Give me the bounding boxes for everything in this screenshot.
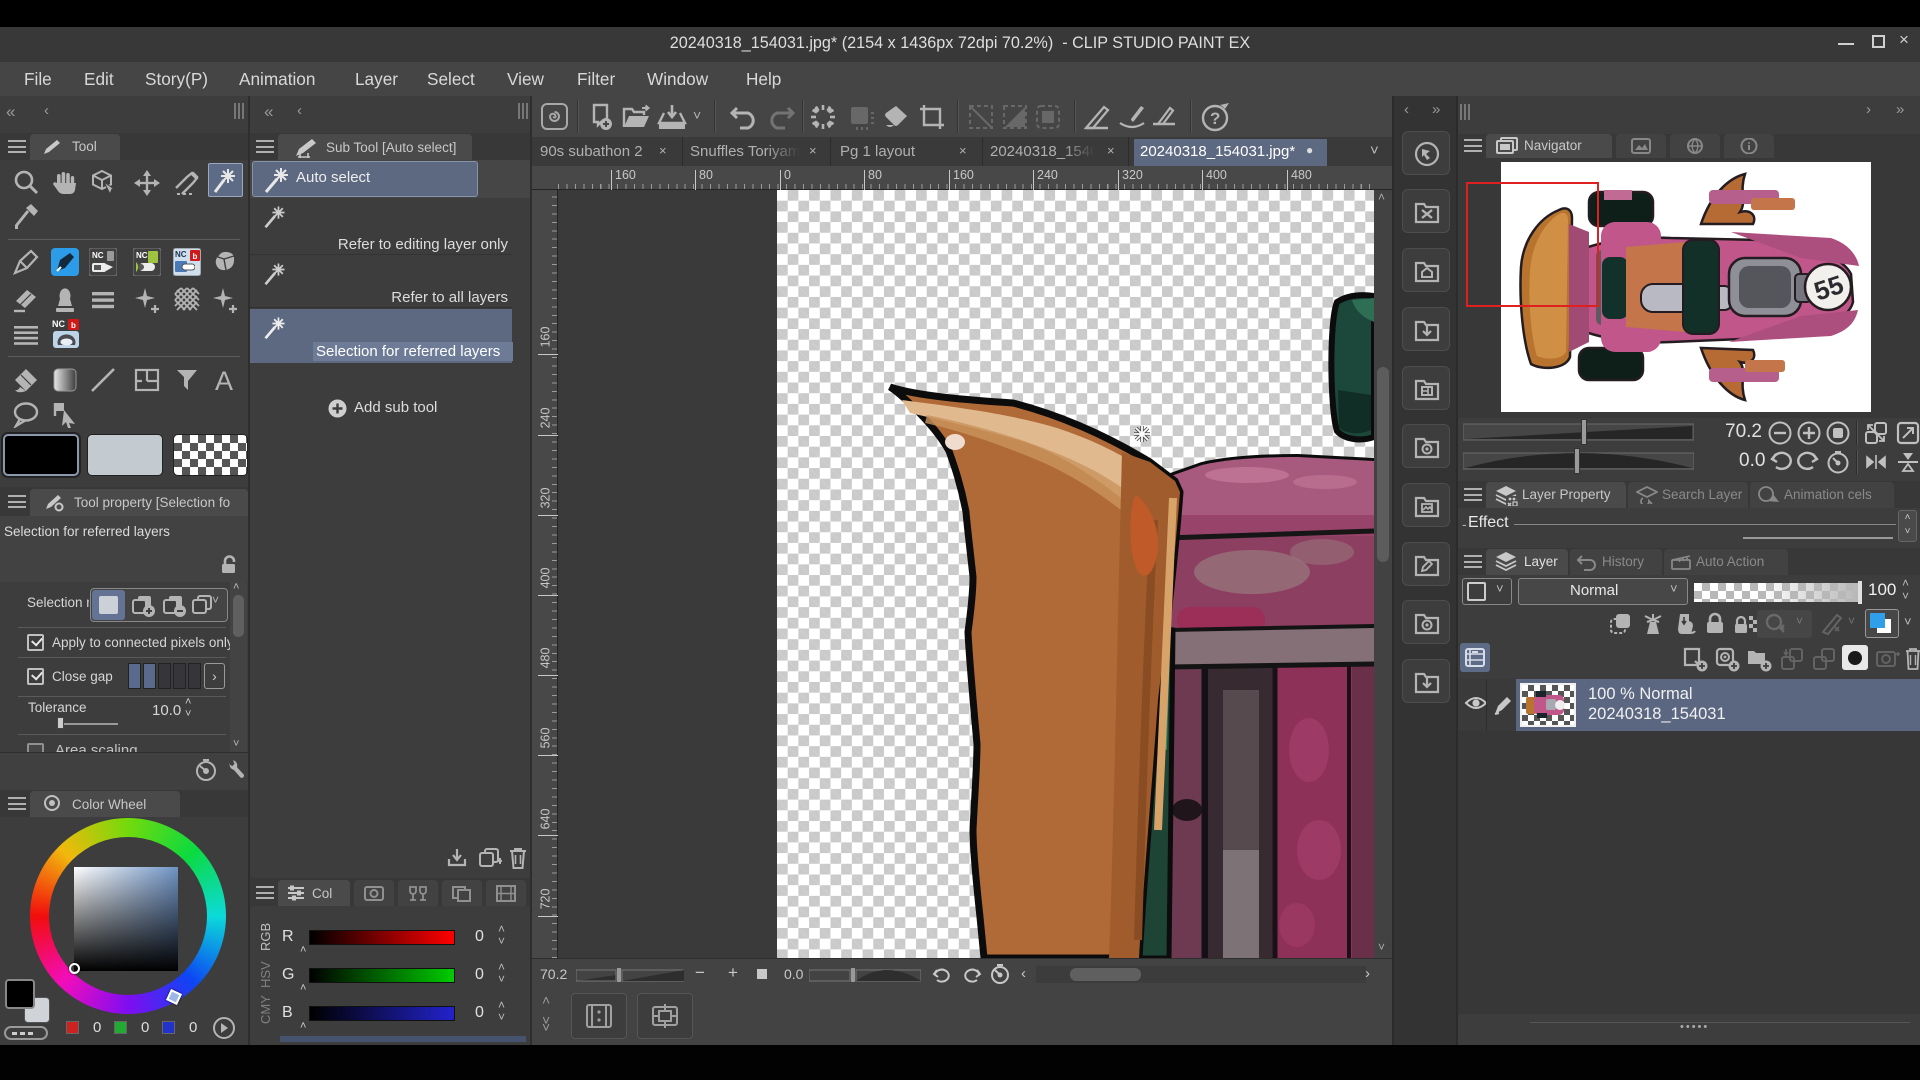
svg-text:?: ? [1210, 109, 1220, 128]
svg-text:NC: NC [136, 251, 148, 260]
svg-text:NC: NC [52, 319, 65, 329]
svg-text:NC: NC [175, 250, 187, 259]
svg-text:A: A [215, 366, 233, 394]
svg-text:b: b [193, 252, 198, 261]
svg-text:b: b [71, 321, 76, 330]
svg-text:NC: NC [92, 251, 104, 260]
